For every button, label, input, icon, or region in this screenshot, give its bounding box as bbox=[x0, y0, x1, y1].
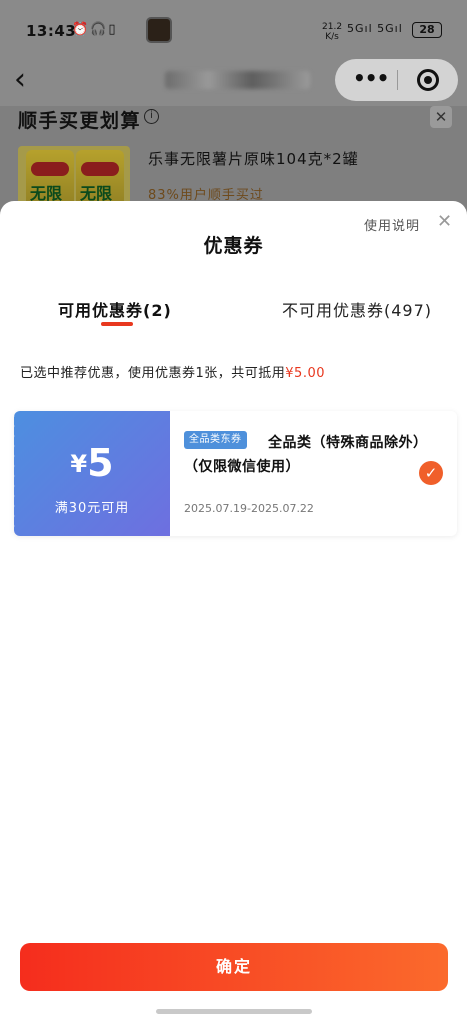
target-icon[interactable] bbox=[417, 69, 439, 91]
tab-unavailable-coupons[interactable]: 不可用优惠券(497) bbox=[282, 297, 432, 321]
info-icon[interactable]: i bbox=[144, 109, 159, 124]
coupon-sheet: 使用说明 ✕ 优惠券 可用优惠券(2) 不可用优惠券(497) 已选中推荐优惠，… bbox=[0, 201, 467, 1027]
close-icon[interactable]: ✕ bbox=[437, 211, 452, 232]
coupon-value: ¥5 bbox=[14, 441, 170, 485]
coupon-card[interactable]: ¥5 满30元可用 全品类（特殊商品除外）（仅限微信使用） 全品类东券 2025… bbox=[14, 411, 457, 536]
summary-amount: ¥5.00 bbox=[285, 366, 325, 381]
tab-available-coupons[interactable]: 可用优惠券(2) bbox=[58, 297, 172, 321]
coupon-value-panel: ¥5 满30元可用 bbox=[14, 411, 170, 536]
back-icon[interactable]: ‹ bbox=[14, 62, 26, 97]
page-title-blurred bbox=[165, 71, 310, 89]
selection-summary: 已选中推荐优惠，使用优惠券1张，共可抵用¥5.00 bbox=[20, 362, 325, 381]
coupon-type-tag: 全品类东券 bbox=[184, 431, 247, 449]
sheet-title: 优惠券 bbox=[203, 235, 264, 257]
battery-icon: 28 bbox=[412, 22, 442, 38]
status-icons: ⏰🎧▯ bbox=[72, 22, 118, 37]
status-bar: 13:43 ⏰🎧▯ 21.2 K/s 5Gıl 5Gıl 28 bbox=[0, 0, 467, 56]
confirm-button[interactable]: 确定 bbox=[20, 943, 448, 991]
page-header: ‹ ••• bbox=[0, 56, 467, 106]
checkmark-icon[interactable]: ✓ bbox=[419, 461, 443, 485]
tab-active-indicator bbox=[101, 322, 133, 326]
summary-text: 已选中推荐优惠，使用优惠券1张，共可抵用 bbox=[20, 366, 286, 381]
coupon-valid-dates: 2025.07.19-2025.07.22 bbox=[184, 502, 314, 515]
home-indicator bbox=[156, 1009, 312, 1014]
add-on-section: 顺手买更划算 i ✕ 乐事无限薯片原味104克*2罐 83%用户顺手买过 bbox=[0, 106, 467, 216]
status-time: 13:43 bbox=[26, 22, 77, 40]
capsule-divider bbox=[397, 70, 398, 90]
coupon-amount: 5 bbox=[87, 441, 114, 485]
mini-program-capsule: ••• bbox=[335, 59, 458, 101]
product-name[interactable]: 乐事无限薯片原味104克*2罐 bbox=[148, 148, 359, 169]
network-speed: 21.2 K/s bbox=[322, 22, 342, 42]
coupon-currency: ¥ bbox=[70, 450, 88, 478]
network-speed-value: 21.2 bbox=[322, 22, 343, 32]
more-icon[interactable]: ••• bbox=[353, 66, 389, 90]
network-speed-unit: K/s bbox=[325, 32, 339, 42]
coupon-condition: 满30元可用 bbox=[54, 501, 130, 516]
add-on-title: 顺手买更划算 bbox=[18, 110, 142, 132]
close-icon[interactable]: ✕ bbox=[430, 106, 452, 128]
app-notification-icon bbox=[146, 17, 172, 43]
signal-icon: 5Gıl 5Gıl bbox=[347, 22, 403, 35]
